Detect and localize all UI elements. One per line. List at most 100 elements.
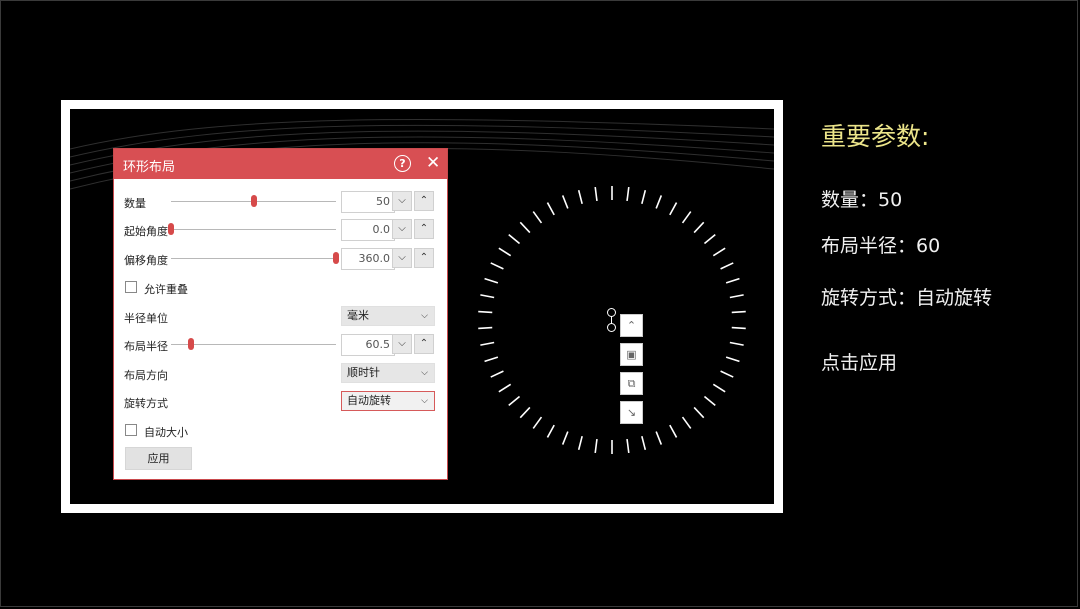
ring-tick	[731, 310, 746, 314]
start-angle-label: 起始角度	[124, 225, 168, 238]
ring-tick	[546, 424, 555, 438]
ring-tick	[703, 395, 716, 407]
ring-tick	[681, 416, 692, 429]
quantity-slider-thumb[interactable]	[250, 195, 257, 207]
chevron-up-icon[interactable]: ⌃	[414, 334, 434, 354]
ring-tick	[720, 370, 734, 378]
auto-size-checkbox[interactable]	[125, 424, 137, 436]
ring-tick	[626, 186, 630, 202]
ring-tick	[669, 202, 678, 216]
ring-tick	[532, 416, 543, 429]
allow-overlap-checkbox[interactable]	[125, 281, 137, 293]
radius-unit-label: 半径单位	[124, 312, 168, 325]
ring-tick	[561, 195, 569, 209]
chevron-down-icon[interactable]: ⌵	[392, 334, 412, 354]
ring-tick	[478, 310, 493, 314]
layer-arrange-icon[interactable]: ⧉	[620, 372, 643, 395]
anchor-point[interactable]	[607, 323, 616, 332]
ring-tick	[729, 341, 744, 346]
ring-tick	[594, 186, 598, 202]
circular-tick-ring[interactable]	[472, 180, 752, 460]
rotation-mode-select[interactable]: 自动旋转 ⌵	[341, 391, 435, 411]
ring-tick	[693, 221, 705, 234]
ring-tick	[703, 233, 716, 245]
chevron-down-icon: ⌵	[421, 368, 428, 378]
chevron-up-icon[interactable]: ⌃	[414, 248, 434, 268]
quantity-param: 数量：50	[821, 189, 903, 211]
quantity-slider[interactable]	[171, 195, 336, 207]
ring-tick	[626, 438, 630, 454]
ring-tick	[655, 195, 663, 209]
help-icon[interactable]: ?	[394, 155, 411, 172]
radius-unit-value: 毫米	[347, 309, 369, 322]
offset-angle-slider-thumb[interactable]	[333, 252, 339, 264]
center-align-icon[interactable]: ▣	[620, 343, 643, 366]
layout-radius-input[interactable]: 60.5	[341, 334, 395, 356]
chevron-down-icon[interactable]: ⌵	[392, 248, 412, 268]
chevron-down-icon[interactable]: ⌵	[392, 191, 412, 211]
start-angle-slider-thumb[interactable]	[168, 223, 174, 235]
ring-tick	[725, 277, 740, 284]
rotation-mode-row: 旋转方式 自动旋转 ⌵	[114, 391, 447, 413]
quantity-row: 数量 50 ⌵ ⌃	[114, 191, 447, 213]
quantity-label: 数量	[124, 197, 146, 210]
chevron-down-icon[interactable]: ⌵	[392, 219, 412, 239]
ring-tick	[693, 406, 705, 419]
ring-tick	[561, 431, 569, 445]
ring-tick	[577, 436, 583, 450]
ring-tick	[729, 294, 744, 299]
dialog-title: 环形布局	[123, 160, 176, 175]
radius-unit-select[interactable]: 毫米 ⌵	[341, 306, 435, 326]
ring-tick	[669, 424, 678, 438]
chevron-down-icon: ⌵	[421, 311, 428, 321]
ring-tick	[498, 247, 512, 257]
ring-tick	[594, 438, 598, 454]
layout-direction-row: 布局方向 顺时针 ⌵	[114, 363, 447, 385]
offset-angle-input[interactable]: 360.0	[341, 248, 395, 270]
layout-radius-slider-thumb[interactable]	[187, 338, 194, 350]
quantity-input[interactable]: 50	[341, 191, 395, 213]
ring-tick	[725, 356, 740, 363]
ring-tick	[519, 221, 531, 234]
ring-tick	[490, 262, 504, 270]
allow-overlap-row: 允许重叠	[114, 278, 447, 300]
ring-tick	[655, 431, 663, 445]
offset-angle-slider[interactable]	[171, 252, 339, 264]
radius-unit-row: 半径单位 毫米 ⌵	[114, 306, 447, 328]
layout-direction-label: 布局方向	[124, 369, 168, 382]
ring-tick	[641, 190, 647, 204]
ring-tick	[712, 383, 726, 393]
ring-tick	[532, 211, 543, 224]
rotation-param: 旋转方式：自动旋转	[821, 287, 993, 309]
double-chevron-up-icon[interactable]: ⌃	[620, 314, 643, 337]
ring-tick	[498, 383, 512, 393]
chevron-up-icon[interactable]: ⌃	[414, 191, 434, 211]
rotation-handle[interactable]	[607, 308, 616, 317]
ring-tick	[480, 341, 495, 346]
ring-tick	[480, 294, 495, 299]
ring-tick	[712, 247, 726, 257]
apply-button[interactable]: 应用	[125, 447, 192, 470]
allow-overlap-label: 允许重叠	[144, 283, 188, 296]
ring-tick	[478, 326, 493, 330]
rotation-mode-value: 自动旋转	[347, 394, 391, 407]
ring-tick	[508, 233, 521, 245]
ring-tick	[490, 370, 504, 378]
ring-tick	[720, 262, 734, 270]
layout-radius-row: 布局半径 60.5 ⌵ ⌃	[114, 334, 447, 356]
layout-radius-slider[interactable]	[171, 338, 336, 350]
click-apply-text: 点击应用	[821, 352, 898, 374]
layout-direction-select[interactable]: 顺时针 ⌵	[341, 363, 435, 383]
params-title: 重要参数:	[821, 122, 930, 151]
start-angle-slider[interactable]	[168, 223, 336, 235]
chevron-up-icon[interactable]: ⌃	[414, 219, 434, 239]
ring-tick	[681, 211, 692, 224]
start-angle-input[interactable]: 0.0	[341, 219, 395, 241]
resize-corner-icon[interactable]: ↘	[620, 401, 643, 424]
dialog-header[interactable]: 环形布局 ? ✕	[114, 149, 447, 179]
ring-tick	[577, 190, 583, 204]
radius-param: 布局半径：60	[821, 235, 941, 257]
auto-size-row: 自动大小	[114, 421, 447, 443]
ring-tick	[484, 277, 499, 284]
close-icon[interactable]: ✕	[426, 153, 440, 173]
